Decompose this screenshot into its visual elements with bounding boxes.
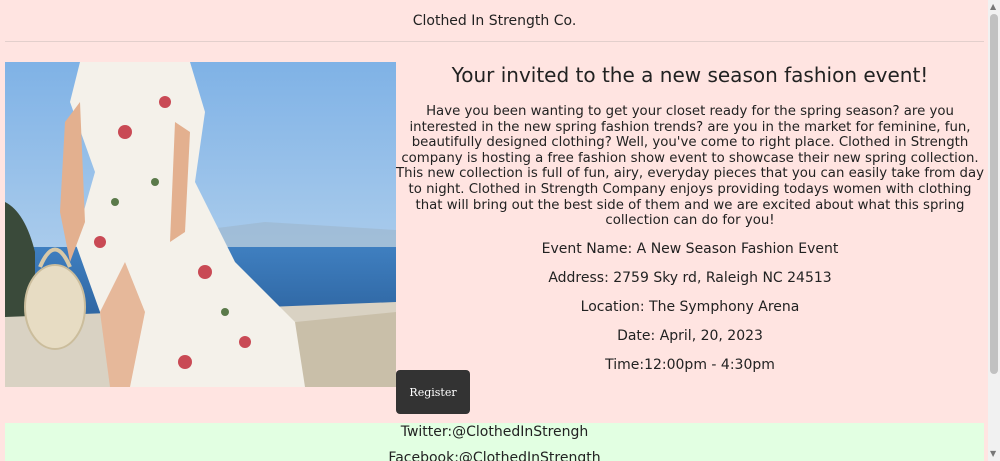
event-details: Your invited to the a new season fashion… (396, 62, 984, 374)
scroll-down-icon[interactable]: ▼ (990, 449, 996, 459)
event-description: Have you been wanting to get your closet… (396, 104, 984, 229)
hero-image (5, 62, 396, 387)
scroll-up-icon[interactable]: ▲ (990, 2, 996, 12)
event-time: Time:12:00pm - 4:30pm (605, 356, 775, 373)
site-header: Clothed In Strength Co. (5, 0, 984, 42)
event-address: Address: 2759 Sky rd, Raleigh NC 24513 (548, 269, 832, 286)
facebook-handle: Facebook:@ClothedInStrength (388, 450, 601, 461)
register-button[interactable]: Register (396, 370, 470, 414)
event-name: Event Name: A New Season Fashion Event (541, 240, 839, 257)
site-footer: Twitter:@ClothedInStrengh Facebook:@Clot… (5, 423, 984, 461)
scroll-thumb[interactable] (990, 14, 998, 374)
site-title: Clothed In Strength Co. (412, 13, 577, 29)
event-date: Date: April, 20, 2023 (617, 327, 763, 344)
event-heading: Your invited to the a new season fashion… (451, 63, 929, 87)
event-location: Location: The Symphony Arena (580, 298, 800, 315)
vertical-scrollbar[interactable]: ▲ ▼ (988, 0, 1000, 461)
twitter-handle: Twitter:@ClothedInStrengh (400, 424, 589, 440)
